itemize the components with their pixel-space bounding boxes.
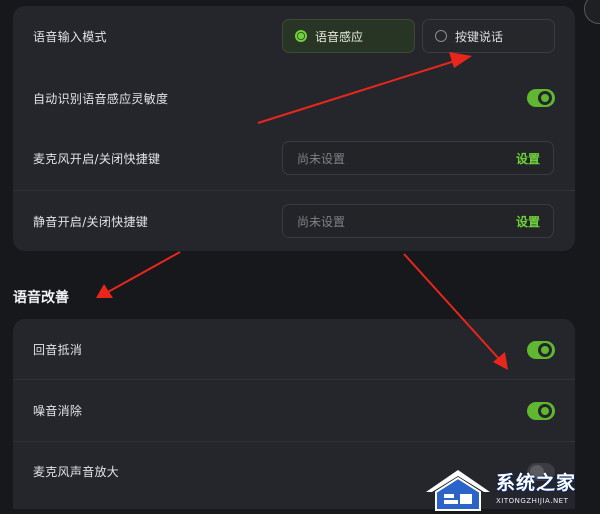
section-title-voice-improvement: 语音改善	[13, 290, 69, 306]
mic-hotkey-placeholder: 尚未设置	[297, 151, 346, 166]
echo-cancel-toggle[interactable]	[527, 341, 555, 359]
row-divider	[13, 441, 575, 442]
voice-activation-label: 语音感应	[315, 29, 364, 44]
mic-boost-label: 麦克风声音放大	[33, 464, 120, 479]
noise-cancel-row: 噪音消除	[13, 392, 575, 428]
mute-hotkey-label: 静音开启/关闭快捷键	[33, 214, 149, 229]
auto-sensitivity-toggle[interactable]	[527, 89, 555, 107]
mic-hotkey-field[interactable]: 尚未设置 设置	[282, 141, 554, 175]
mic-hotkey-label: 麦克风开启/关闭快捷键	[33, 151, 161, 166]
arrow-to-section-title	[107, 251, 181, 293]
watermark: 系统之家 XITONGZHIJIA.NET	[422, 464, 600, 514]
echo-cancel-row: 回音抵消	[13, 331, 575, 367]
toggle-knob	[538, 404, 552, 418]
row-divider	[13, 190, 575, 191]
mute-hotkey-placeholder: 尚未设置	[297, 214, 346, 229]
watermark-sub: XITONGZHIJIA.NET	[496, 497, 569, 505]
row-divider	[13, 379, 575, 380]
echo-cancel-label: 回音抵消	[33, 342, 83, 357]
auto-sensitivity-row: 自动识别语音感应灵敏度	[13, 80, 575, 116]
house-logo-icon	[426, 470, 490, 511]
noise-cancel-label: 噪音消除	[33, 403, 83, 418]
toggle-knob	[538, 91, 552, 105]
radio-unselected-icon	[435, 30, 447, 42]
mic-hotkey-set-button[interactable]: 设置	[516, 150, 540, 167]
toggle-knob	[538, 343, 552, 357]
arrow-head-icon	[96, 284, 113, 298]
window-corner-button[interactable]	[584, 0, 600, 24]
mute-hotkey-field[interactable]: 尚未设置 设置	[282, 204, 554, 238]
mute-hotkey-set-button[interactable]: 设置	[516, 213, 540, 230]
radio-selected-icon	[295, 30, 307, 42]
push-to-talk-label: 按键说话	[455, 29, 504, 44]
auto-sensitivity-label: 自动识别语音感应灵敏度	[33, 91, 169, 106]
push-to-talk-option[interactable]: 按键说话	[422, 19, 555, 53]
watermark-text: 系统之家 XITONGZHIJIA.NET	[496, 468, 576, 505]
input-mode-label: 语音输入模式	[33, 29, 107, 44]
watermark-main: 系统之家	[496, 472, 577, 494]
noise-cancel-toggle[interactable]	[527, 402, 555, 420]
voice-activation-option[interactable]: 语音感应	[282, 19, 415, 53]
voice-settings-card: 语音输入模式 语音感应 按键说话 自动识别语音感应灵敏度 麦克风开启/关闭快捷键…	[13, 6, 575, 251]
